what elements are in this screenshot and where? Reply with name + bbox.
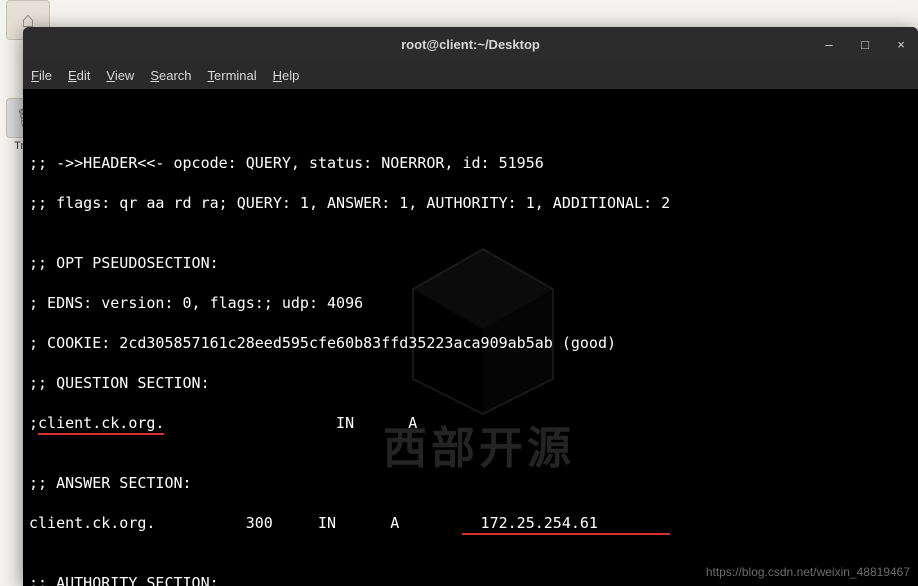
menu-search[interactable]: Search	[150, 68, 191, 83]
terminal-line: ;; OPT PSEUDOSECTION:	[29, 253, 912, 273]
close-button[interactable]: ×	[890, 33, 912, 55]
terminal-line: client.ck.org. 300 IN A 172.25.254.61	[29, 513, 912, 533]
maximize-button[interactable]: □	[854, 33, 876, 55]
terminal-body[interactable]: 西部开源 ;; ->>HEADER<<- opcode: QUERY, stat…	[23, 89, 918, 586]
terminal-line: ;; flags: qr aa rd ra; QUERY: 1, ANSWER:…	[29, 193, 912, 213]
terminal-line: ; EDNS: version: 0, flags:; udp: 4096	[29, 293, 912, 313]
menu-help[interactable]: Help	[273, 68, 300, 83]
window-title: root@client:~/Desktop	[401, 37, 540, 52]
menu-edit[interactable]: Edit	[68, 68, 90, 83]
terminal-line: ;client.ck.org. IN A	[29, 413, 912, 433]
terminal-line: ;; AUTHORITY SECTION:	[29, 573, 912, 586]
window-controls: – □ ×	[818, 27, 912, 61]
answer-ip: 172.25.254.61	[462, 514, 670, 535]
menu-terminal[interactable]: Terminal	[208, 68, 257, 83]
titlebar[interactable]: root@client:~/Desktop – □ ×	[23, 27, 918, 61]
terminal-window: root@client:~/Desktop – □ × File Edit Vi…	[23, 27, 918, 586]
menu-file[interactable]: File	[31, 68, 52, 83]
watermark-text: 西部开源	[383, 439, 575, 459]
terminal-line: ; COOKIE: 2cd305857161c28eed595cfe60b83f…	[29, 333, 912, 353]
terminal-line: ;; ->>HEADER<<- opcode: QUERY, status: N…	[29, 153, 912, 173]
terminal-line: ;; ANSWER SECTION:	[29, 473, 912, 493]
menu-view[interactable]: View	[106, 68, 134, 83]
menubar: File Edit View Search Terminal Help	[23, 61, 918, 89]
minimize-button[interactable]: –	[818, 33, 840, 55]
question-domain: client.ck.org.	[38, 414, 164, 435]
terminal-line: ;; QUESTION SECTION:	[29, 373, 912, 393]
